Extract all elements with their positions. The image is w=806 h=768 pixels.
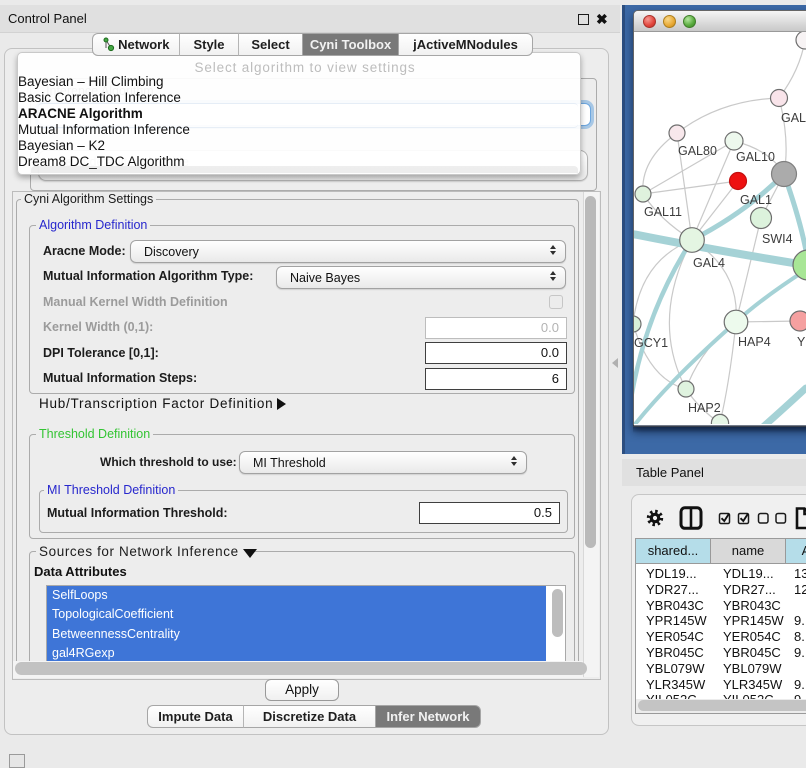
svg-text:HAP4: HAP4 — [738, 335, 771, 349]
svg-text:SWI4: SWI4 — [762, 232, 793, 246]
svg-text:GAL11: GAL11 — [644, 205, 682, 219]
svg-text:GAL1: GAL1 — [740, 193, 772, 207]
svg-text:GAL80: GAL80 — [678, 144, 717, 158]
svg-text:YE: YE — [797, 335, 806, 349]
svg-text:GCY1: GCY1 — [634, 336, 668, 350]
svg-text:HAP2: HAP2 — [688, 401, 721, 415]
svg-text:GAL4: GAL4 — [693, 256, 725, 270]
svg-text:GAL2: GAL2 — [781, 111, 806, 125]
svg-text:GAL10: GAL10 — [736, 150, 775, 164]
